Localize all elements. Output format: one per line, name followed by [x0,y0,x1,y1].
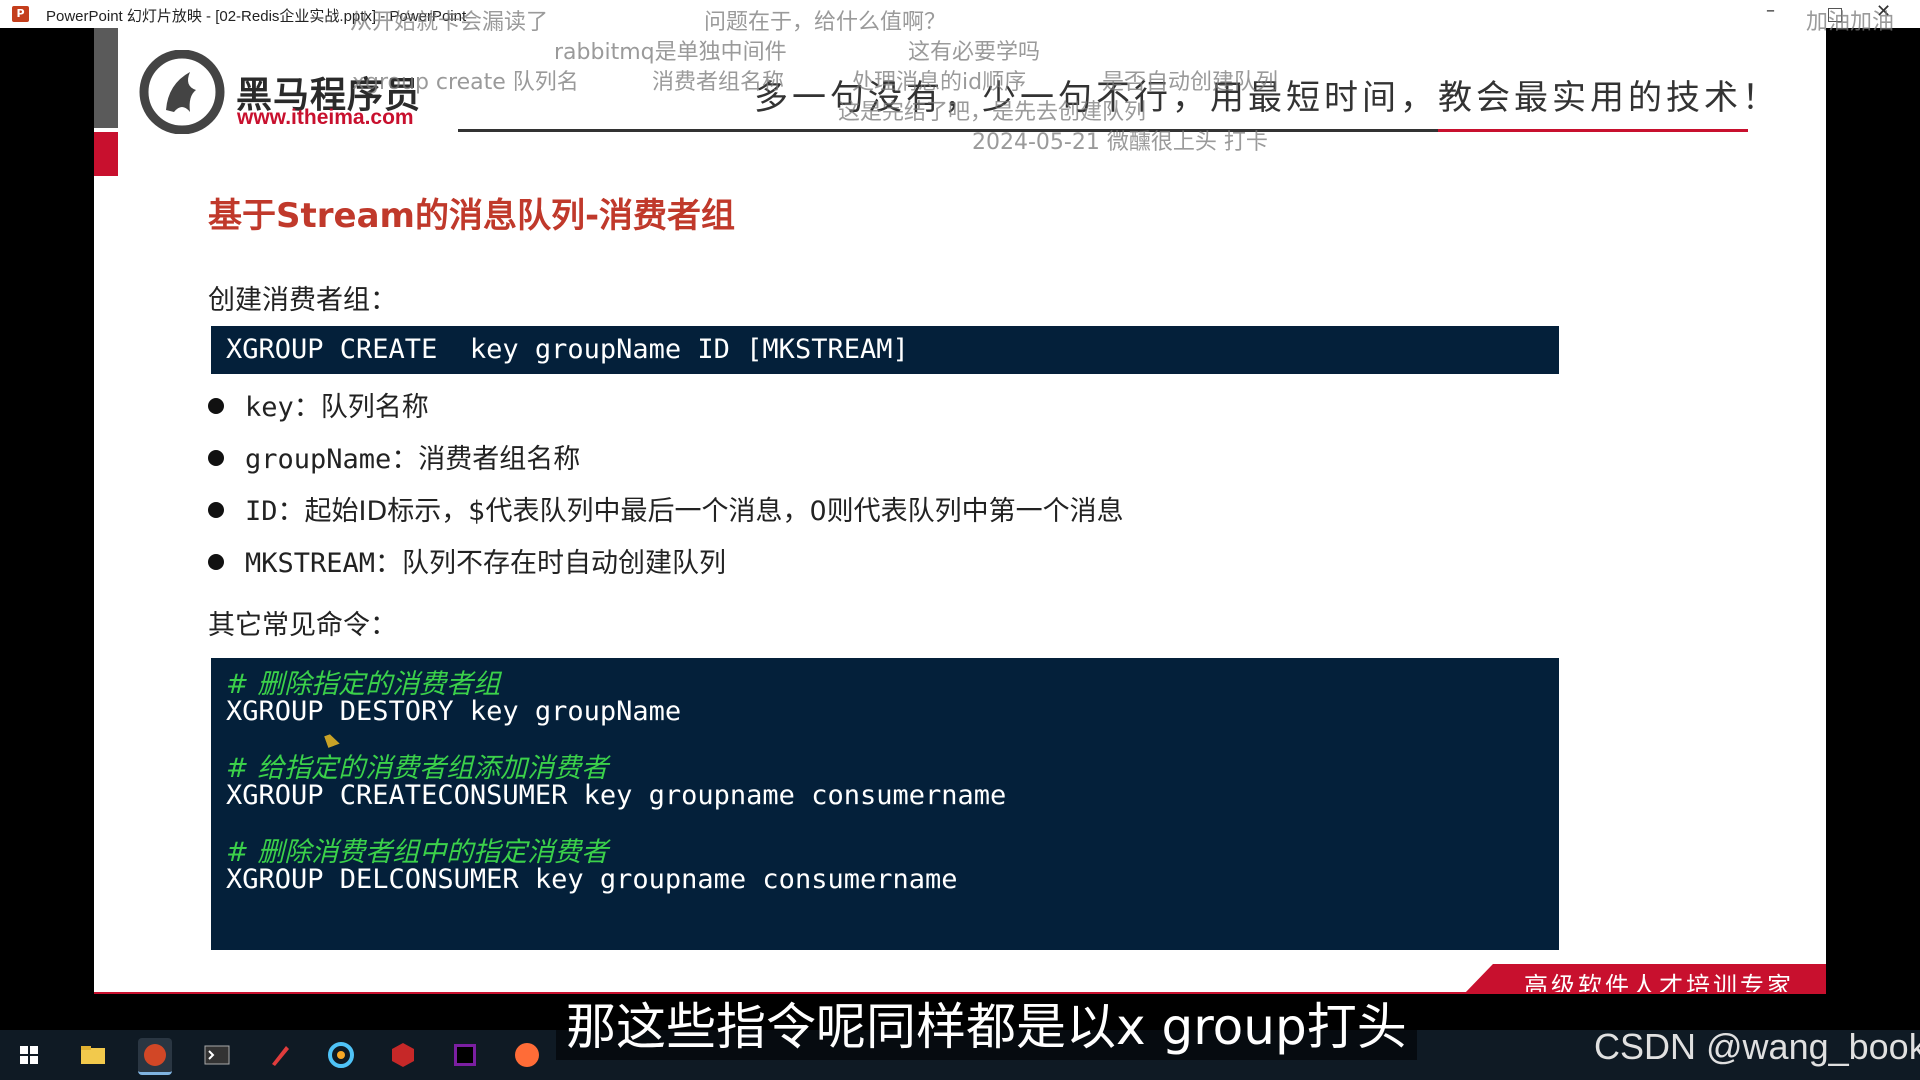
danmaku-comment: 消费者组名称 [652,70,785,95]
list-item: MKSTREAM：队列不存在时自动创建队列 [208,538,1124,590]
bullet-icon [208,553,224,570]
create-command-box: XGROUP CREATE key groupName ID [MKSTREAM… [211,326,1559,374]
param-desc: ：队列不存在时自动创建队列 [375,548,727,579]
create-group-label: 创建消费者组： [208,285,397,316]
code-line: XGROUP DELCONSUMER key groupname consume… [226,864,958,895]
param-desc: ：起始ID标示，$代表队列中最后一个消息，0则代表队列中第一个消息 [277,496,1124,527]
pen-icon[interactable] [262,1038,296,1072]
header-divider [458,129,1469,132]
bullet-icon [208,397,224,414]
param-key: ID [245,496,278,527]
left-accent-bar-red [94,132,118,176]
list-item: key：队列名称 [208,382,1124,434]
header-divider-accent [1438,129,1748,132]
bullet-icon [208,449,224,466]
powerpoint-icon[interactable] [138,1038,172,1075]
create-command: XGROUP CREATE key groupName ID [MKSTREAM… [226,334,909,365]
video-subtitle: 那这些指令呢同样都是以x group打头 [556,994,1417,1060]
slide-title: 基于Stream的消息队列-消费者组 [208,196,736,236]
danmaku-comment: rabbitmq是单独中间件 [554,40,787,65]
danmaku-comment: 问题在于，给什么值啊？ [704,10,947,35]
postman-icon[interactable] [510,1038,544,1072]
danmaku-comment: 这是完结了吧，是先去创建队列 [838,100,1147,125]
code-line: XGROUP DESTORY key groupName [226,696,682,727]
param-key: MKSTREAM [245,548,376,579]
browser-icon[interactable] [324,1038,358,1072]
param-key: key [245,392,294,423]
other-commands-label: 其它常见命令： [208,610,397,641]
bullet-icon [208,501,224,518]
param-desc: ：消费者组名称 [391,444,581,475]
danmaku-comment: 处理消息的id顺序 [852,70,1027,95]
param-desc: ：队列名称 [293,392,429,423]
slide: 黑马程序员 www.itheima.com 多一句没有，少一句不行，用最短时间，… [94,28,1826,994]
redis-desktop-icon[interactable] [386,1038,420,1072]
footer-tagline: 高级软件人才培训专家 [1524,972,1794,994]
window-titlebar: P PowerPoint 幻灯片放映 - [02-Redis企业实战.pptx]… [0,0,1920,28]
horse-logo-icon [139,50,225,134]
terminal-icon[interactable] [200,1038,234,1072]
list-item: ID：起始ID标示，$代表队列中最后一个消息，0则代表队列中第一个消息 [208,486,1124,538]
danmaku-comment: xgroup create 队列名 [352,70,579,95]
minimize-button[interactable]: – [1766,0,1775,21]
logo-url: www.itheima.com [237,106,414,129]
intellij-icon[interactable] [448,1038,482,1072]
parameter-list: key：队列名称 groupName：消费者组名称 ID：起始ID标示，$代表队… [208,382,1124,590]
left-accent-bar [94,28,118,128]
code-block: # 删除指定的消费者组 XGROUP DESTORY key groupName… [211,658,1559,950]
param-key: groupName [245,444,392,475]
csdn-watermark: CSDN @wang_book [1594,1026,1920,1067]
list-item: groupName：消费者组名称 [208,434,1124,486]
danmaku-comment: 加油加油 [1806,10,1895,35]
danmaku-comment: 2024-05-21 微醺很上头 打卡 [972,130,1268,155]
powerpoint-app-icon: P [12,6,29,22]
danmaku-comment: 从开始就卡会漏读了 [350,10,549,35]
windows-start-icon[interactable] [12,1038,46,1072]
code-line: XGROUP CREATECONSUMER key groupname cons… [226,780,1007,811]
file-explorer-icon[interactable] [76,1038,110,1072]
danmaku-comment: 是否自动创建队列 [1102,70,1279,95]
danmaku-comment: 这有必要学吗 [908,40,1041,65]
